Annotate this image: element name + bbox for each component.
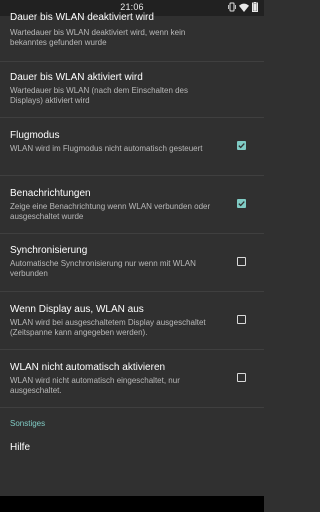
setting-summary: WLAN wird bei ausgeschaltetem Display au… [10, 318, 206, 337]
navigation-bar [0, 496, 264, 512]
notifications-checkbox[interactable] [237, 199, 246, 208]
setting-airplane-mode[interactable]: Flugmodus WLAN wird im Flugmodus nicht a… [0, 118, 264, 174]
setting-summary: Wartedauer bis WLAN (nach dem Einschalte… [10, 86, 189, 105]
setting-title: Dauer bis WLAN aktiviert wird [10, 72, 143, 83]
setting-notifications[interactable]: Benachrichtungen Zeige eine Benachrichtu… [0, 176, 264, 232]
setting-title: Benachrichtungen [10, 188, 91, 199]
setting-title: Synchronisierung [10, 245, 88, 256]
section-header-misc: Sonstiges [10, 419, 46, 428]
setting-title: Dauer bis WLAN deaktiviert wird [10, 12, 154, 23]
setting-summary: Wartedauer bis WLAN deaktiviert wird, we… [10, 28, 186, 47]
setting-disable-delay[interactable]: Dauer bis WLAN deaktiviert wird Wartedau… [0, 8, 264, 60]
sync-checkbox[interactable] [237, 257, 246, 266]
setting-title: Flugmodus [10, 130, 60, 141]
setting-no-auto-enable[interactable]: WLAN nicht automatisch aktivieren WLAN w… [0, 350, 264, 406]
no-auto-enable-checkbox[interactable] [237, 373, 246, 382]
setting-summary: WLAN wird nicht automatisch eingeschalte… [10, 376, 180, 395]
setting-enable-delay[interactable]: Dauer bis WLAN aktiviert wird Wartedauer… [0, 62, 264, 116]
setting-summary: Automatische Synchronisierung nur wenn m… [10, 259, 196, 278]
setting-screen-off-wifi-off[interactable]: Wenn Display aus, WLAN aus WLAN wird bei… [0, 292, 264, 348]
divider [0, 407, 264, 408]
setting-title: Wenn Display aus, WLAN aus [10, 304, 144, 315]
setting-summary: Zeige eine Benachrichtung wenn WLAN verb… [10, 202, 211, 221]
setting-summary: WLAN wird im Flugmodus nicht automatisch… [10, 144, 203, 153]
setting-sync[interactable]: Synchronisierung Automatische Synchronis… [0, 234, 264, 290]
help-label: Hilfe [10, 442, 31, 453]
setting-title: WLAN nicht automatisch aktivieren [10, 362, 166, 373]
screen-off-checkbox[interactable] [237, 315, 246, 324]
help-item[interactable]: Hilfe [0, 432, 264, 464]
airplane-mode-checkbox[interactable] [237, 141, 246, 150]
